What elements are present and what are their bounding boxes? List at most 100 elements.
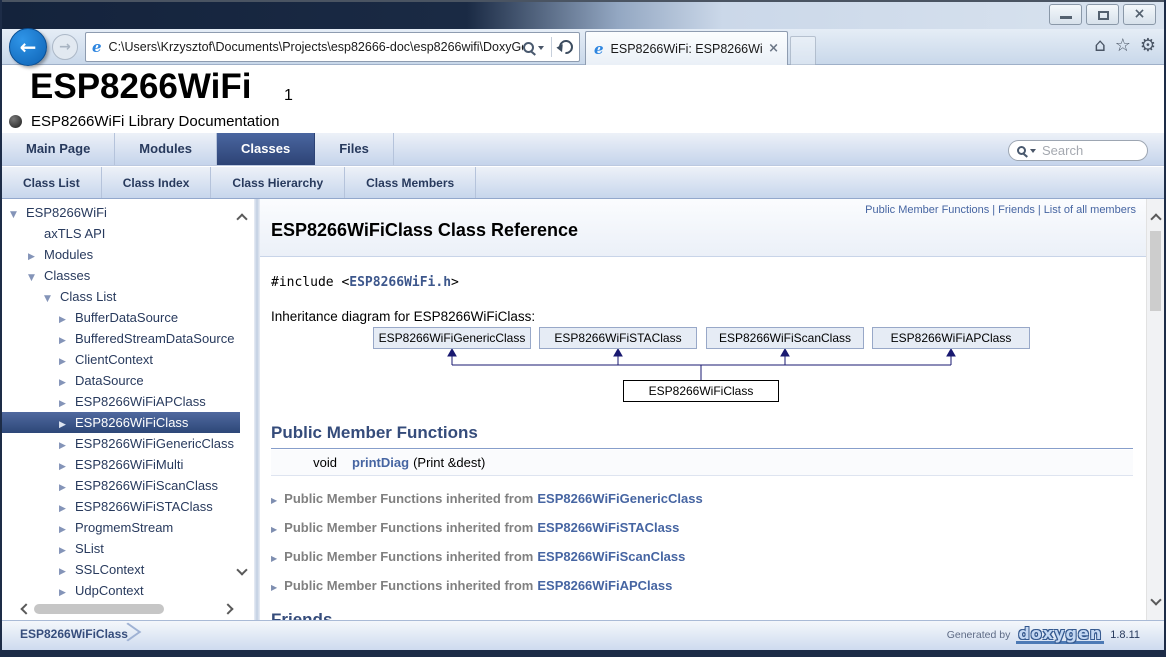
tree-item-classes[interactable]: Classes xyxy=(2,265,240,286)
tree-collapse-icon[interactable] xyxy=(28,268,44,289)
scroll-down-icon[interactable] xyxy=(1150,594,1161,605)
browser-tab[interactable]: e ESP8266WiFi: ESP8266WiFi... × xyxy=(585,31,788,65)
tree-item-label[interactable]: ESP8266WiFiGenericClass xyxy=(75,436,234,451)
tree-item-label[interactable]: Modules xyxy=(44,247,93,262)
sidebar-scroll-left-icon[interactable] xyxy=(20,603,31,614)
tree-item-clientcontext[interactable]: ClientContext xyxy=(2,349,240,370)
doxygen-logo[interactable]: doxygen xyxy=(1016,626,1104,644)
tree-item-label[interactable]: SList xyxy=(75,541,104,556)
tree-item-datasource[interactable]: DataSource xyxy=(2,370,240,391)
tree-item-esp8266wifiscanclass[interactable]: ESP8266WiFiScanClass xyxy=(2,475,240,496)
inherited-section-genericclass[interactable]: ▶Public Member Functions inherited fromE… xyxy=(271,491,703,506)
tree-item-udpcontext[interactable]: UdpContext xyxy=(2,580,240,601)
tree-item-esp8266wifistaclass[interactable]: ESP8266WiFiSTAClass xyxy=(2,496,240,517)
favorites-star-icon[interactable]: ☆ xyxy=(1115,35,1131,56)
tab-label: Files xyxy=(339,141,369,156)
sidebar-scroll-right-icon[interactable] xyxy=(222,603,233,614)
window-controls: × xyxy=(1049,4,1156,25)
tree-item-label[interactable]: SSLContext xyxy=(75,562,144,577)
tree-item-esp8266wifigenericclass[interactable]: ESP8266WiFiGenericClass xyxy=(2,433,240,454)
tree-item-label[interactable]: ESP8266WiFiSTAClass xyxy=(75,499,213,514)
gear-icon[interactable]: ⚙ xyxy=(1140,35,1156,56)
include-file-link[interactable]: ESP8266WiFi.h xyxy=(349,275,451,290)
tree-item-axtls-api[interactable]: axTLS API xyxy=(2,223,240,244)
inherited-class-link[interactable]: ESP8266WiFiScanClass xyxy=(537,549,685,564)
tree-item-modules[interactable]: Modules xyxy=(2,244,240,265)
scrollbar-thumb[interactable] xyxy=(1150,231,1161,311)
member-name-link[interactable]: printDiag xyxy=(352,455,409,470)
link-public-member-functions[interactable]: Public Member Functions xyxy=(865,204,989,216)
tree-item-esp8266wifimulti[interactable]: ESP8266WiFiMulti xyxy=(2,454,240,475)
tree-item-esp8266wificlass-selected[interactable]: ESP8266WiFiClass xyxy=(2,412,240,433)
collapsed-arrow-icon[interactable]: ▶ xyxy=(271,525,277,534)
tree-item-esp8266wifiapclass[interactable]: ESP8266WiFiAPClass xyxy=(2,391,240,412)
tree-item-label[interactable]: ESP8266WiFiClass xyxy=(75,415,188,430)
tab-class-hierarchy[interactable]: Class Hierarchy xyxy=(211,167,345,198)
link-friends[interactable]: Friends xyxy=(998,204,1035,216)
tree-item-label[interactable]: DataSource xyxy=(75,373,144,388)
refresh-icon[interactable] xyxy=(556,37,576,57)
tree-item-label[interactable]: BufferDataSource xyxy=(75,310,178,325)
tree-item-label[interactable]: ESP8266WiFiMulti xyxy=(75,457,183,472)
tree-item-label[interactable]: BufferedStreamDataSource xyxy=(75,331,234,346)
tree-item-label[interactable]: axTLS API xyxy=(44,226,105,241)
tree-item-label[interactable]: Classes xyxy=(44,268,90,283)
close-button[interactable]: × xyxy=(1123,4,1156,25)
inherited-section-staclass[interactable]: ▶Public Member Functions inherited fromE… xyxy=(271,520,679,535)
address-search-icon[interactable] xyxy=(523,42,534,53)
tab-main-page[interactable]: Main Page xyxy=(2,133,115,165)
tree-item-label[interactable]: ESP8266WiFiScanClass xyxy=(75,478,218,493)
content-scrollbar[interactable] xyxy=(1146,199,1164,620)
chevron-down-icon[interactable] xyxy=(538,46,544,53)
diagram-box-scanclass[interactable]: ESP8266WiFiScanClass xyxy=(706,327,864,349)
address-bar[interactable]: e C:\Users\Krzysztof\Documents\Projects\… xyxy=(85,32,580,62)
tree-item-label[interactable]: ESP8266WiFi xyxy=(26,205,107,220)
inherited-class-link[interactable]: ESP8266WiFiGenericClass xyxy=(537,491,702,506)
tree-item-progmemstream[interactable]: ProgmemStream xyxy=(2,517,240,538)
tree-item-label[interactable]: ESP8266WiFiAPClass xyxy=(75,394,206,409)
collapsed-arrow-icon[interactable]: ▶ xyxy=(271,496,277,505)
diagram-box-staclass[interactable]: ESP8266WiFiSTAClass xyxy=(539,327,697,349)
forward-button[interactable]: → xyxy=(52,34,78,60)
tree-item-esp8266wifi[interactable]: ESP8266WiFi xyxy=(2,202,240,223)
tab-strip[interactable] xyxy=(790,36,816,65)
tree-item-label[interactable]: UdpContext xyxy=(75,583,144,598)
tab-close-icon[interactable]: × xyxy=(768,41,779,56)
tab-class-members[interactable]: Class Members xyxy=(345,167,476,198)
tree-item-slist[interactable]: SList xyxy=(2,538,240,559)
tree-item-class-list[interactable]: Class List xyxy=(2,286,240,307)
tree-item-label[interactable]: Class List xyxy=(60,289,116,304)
tab-class-list[interactable]: Class List xyxy=(2,167,102,198)
tab-class-index[interactable]: Class Index xyxy=(102,167,212,198)
breadcrumb[interactable]: ESP8266WiFiClass xyxy=(20,627,128,641)
tab-classes[interactable]: Classes xyxy=(217,133,315,165)
search-input[interactable]: Search xyxy=(1008,140,1148,161)
tree-item-sslcontext[interactable]: SSLContext xyxy=(2,559,240,580)
tree-collapse-icon[interactable] xyxy=(44,289,60,310)
sidebar-horizontal-scrollbar[interactable] xyxy=(2,600,254,618)
tab-files[interactable]: Files xyxy=(315,133,394,165)
inherited-section-scanclass[interactable]: ▶Public Member Functions inherited fromE… xyxy=(271,549,685,564)
collapsed-arrow-icon[interactable]: ▶ xyxy=(271,554,277,563)
diagram-box-apclass[interactable]: ESP8266WiFiAPClass xyxy=(872,327,1030,349)
collapsed-arrow-icon[interactable]: ▶ xyxy=(271,583,277,592)
sidebar-hscroll-thumb[interactable] xyxy=(34,604,164,614)
tree-item-label[interactable]: ClientContext xyxy=(75,352,153,367)
home-icon[interactable]: ⌂ xyxy=(1094,35,1105,56)
minimize-button[interactable] xyxy=(1049,4,1082,25)
inherited-section-apclass[interactable]: ▶Public Member Functions inherited fromE… xyxy=(271,578,672,593)
scroll-up-icon[interactable] xyxy=(1150,213,1161,224)
restore-button[interactable] xyxy=(1086,4,1119,25)
back-button[interactable]: ← xyxy=(9,28,47,66)
diagram-box-genericclass[interactable]: ESP8266WiFiGenericClass xyxy=(373,327,531,349)
inherited-class-link[interactable]: ESP8266WiFiSTAClass xyxy=(537,520,679,535)
link-list-of-all-members[interactable]: List of all members xyxy=(1044,204,1136,216)
tree-collapse-icon[interactable] xyxy=(10,205,26,226)
search-dropdown-icon[interactable] xyxy=(1030,149,1036,156)
tree-item-bufferedstreamdatasource[interactable]: BufferedStreamDataSource xyxy=(2,328,240,349)
address-text[interactable]: C:\Users\Krzysztof\Documents\Projects\es… xyxy=(109,40,523,54)
tree-item-bufferdatasource[interactable]: BufferDataSource xyxy=(2,307,240,328)
tree-item-label[interactable]: ProgmemStream xyxy=(75,520,173,535)
tab-modules[interactable]: Modules xyxy=(115,133,217,165)
inherited-class-link[interactable]: ESP8266WiFiAPClass xyxy=(537,578,672,593)
